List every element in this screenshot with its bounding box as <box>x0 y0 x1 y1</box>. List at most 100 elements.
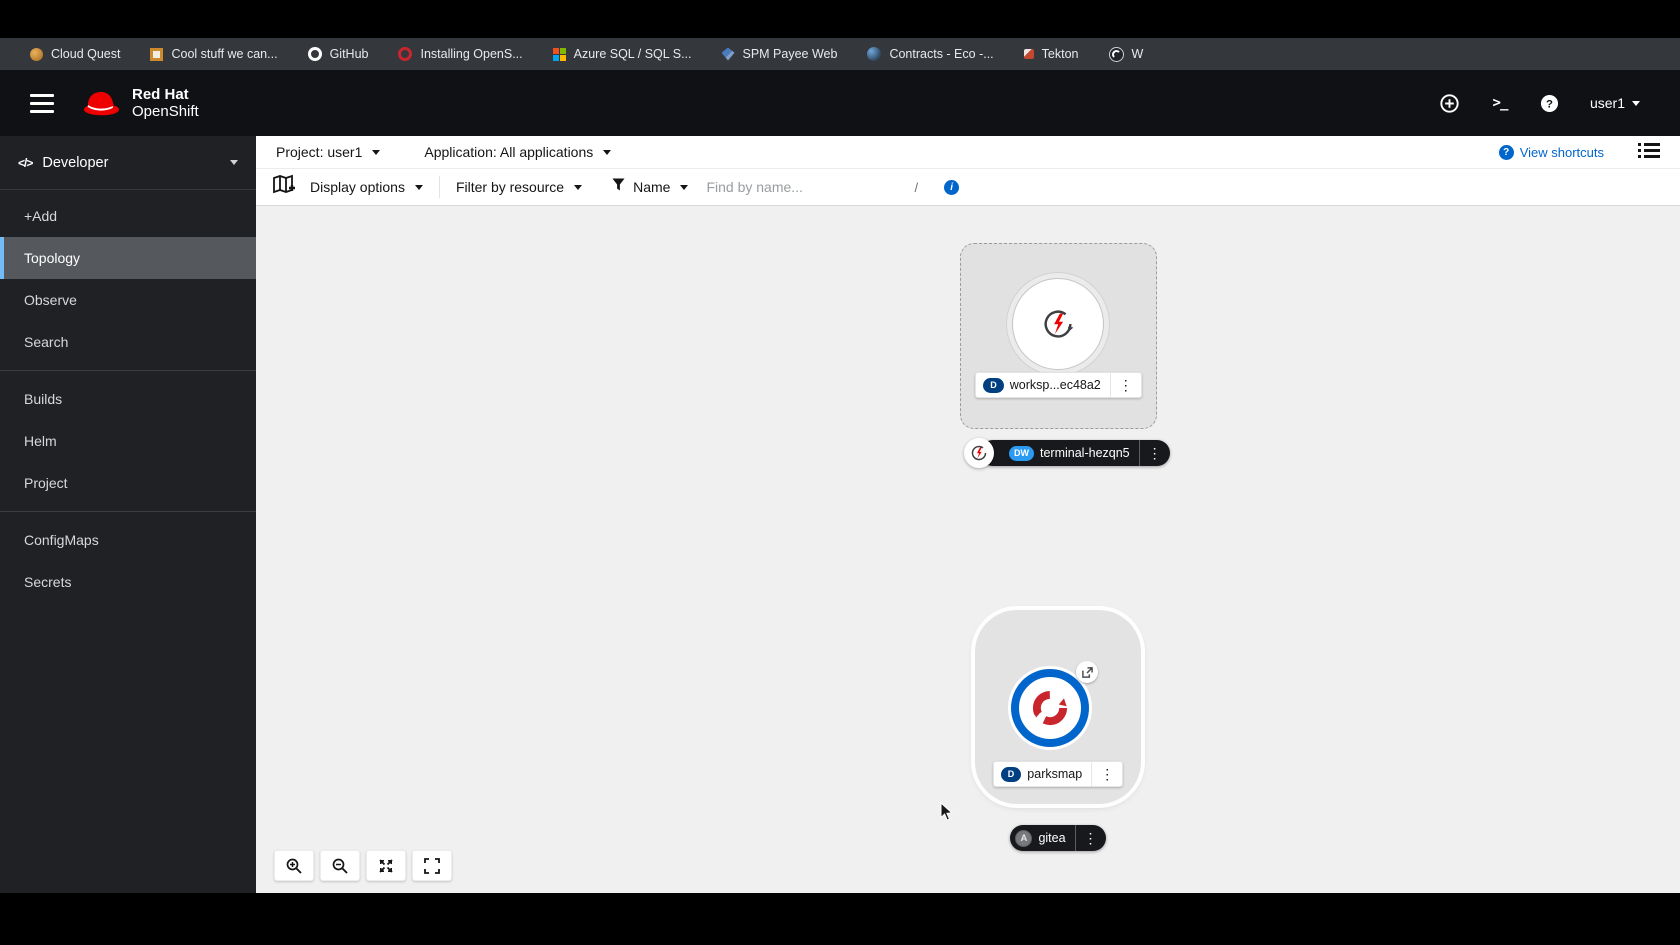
bookmark-label: SPM Payee Web <box>742 47 838 61</box>
bookmark-label: Tekton <box>1041 47 1079 61</box>
filter-by-resource-dropdown[interactable]: Filter by resource <box>455 179 583 195</box>
terminal-node-name: terminal-hezqn5 <box>1040 446 1130 460</box>
sidebar-item-observe[interactable]: Observe <box>0 279 256 321</box>
bookmark-cool-stuff[interactable]: Cool stuff we can... <box>150 47 278 61</box>
sidebar-item-search[interactable]: Search <box>0 321 256 363</box>
reset-view-button[interactable] <box>412 850 452 881</box>
workspace-node-name: worksp...ec48a2 <box>1009 378 1101 392</box>
export-application-map-icon[interactable] <box>272 174 296 201</box>
perspective-label: Developer <box>42 154 109 171</box>
web-terminal-icon[interactable]: >_ <box>1490 93 1510 113</box>
display-options-dropdown[interactable]: Display options <box>310 179 423 195</box>
project-selector[interactable]: Project: user1 <box>276 144 381 160</box>
devworkspace-icon <box>971 445 987 461</box>
sidebar-item-secrets[interactable]: Secrets <box>0 561 256 603</box>
redhat-openshift-logo[interactable]: Red Hat OpenShift <box>80 86 199 120</box>
bookmark-github[interactable]: GitHub <box>307 47 369 61</box>
import-plus-circle-icon[interactable] <box>1440 93 1460 113</box>
display-options-label: Display options <box>310 179 405 195</box>
kebab-menu-icon[interactable]: ⋮ <box>1074 825 1106 851</box>
masthead: Red Hat OpenShift >_ ? user1 <box>0 70 1680 136</box>
microsoft-grid-icon <box>552 47 566 61</box>
chevron-down-icon <box>574 184 583 190</box>
sidebar: </> Developer +Add Topology Observe Sear… <box>0 136 256 893</box>
topology-toolbar: Display options Filter by resource Name <box>256 169 1680 206</box>
filter-by-resource-label: Filter by resource <box>455 179 565 195</box>
bookmark-contracts[interactable]: Contracts - Eco -... <box>867 47 994 61</box>
name-filter-dropdown[interactable]: Name <box>633 179 689 195</box>
chevron-down-icon <box>230 160 238 165</box>
gitea-application-label[interactable]: A gitea ⋮ <box>1010 825 1106 851</box>
perspective-switcher[interactable]: </> Developer <box>0 136 256 190</box>
kebab-menu-icon[interactable]: ⋮ <box>1091 762 1122 786</box>
fit-to-screen-button[interactable] <box>366 850 406 881</box>
view-shortcuts-link[interactable]: ? View shortcuts <box>1498 144 1604 160</box>
brand-line2: OpenShift <box>132 103 199 120</box>
topology-controls <box>274 850 452 881</box>
deployment-badge: D <box>1000 766 1022 782</box>
name-filter-label: Name <box>633 179 671 195</box>
sidebar-item-topology[interactable]: Topology <box>0 237 256 279</box>
sidebar-item-project[interactable]: Project <box>0 462 256 504</box>
sidebar-item-builds[interactable]: Builds <box>0 378 256 420</box>
zoom-in-button[interactable] <box>274 850 314 881</box>
find-by-name-input[interactable] <box>706 179 857 195</box>
cloud-quest-icon <box>30 47 43 61</box>
bookmark-tekton[interactable]: Tekton <box>1023 47 1079 61</box>
user-menu[interactable]: user1 <box>1590 95 1640 111</box>
chevron-down-icon <box>680 184 689 190</box>
application-badge: A <box>1015 829 1033 847</box>
parksmap-node-label[interactable]: D parksmap ⋮ <box>992 761 1124 787</box>
bookmark-w[interactable]: W <box>1108 46 1144 62</box>
parksmap-node[interactable] <box>1011 669 1089 747</box>
toolbar-divider <box>438 176 440 198</box>
bookmark-azure-sql[interactable]: Azure SQL / SQL S... <box>552 47 692 61</box>
open-url-external-link-icon[interactable] <box>1076 661 1098 683</box>
sidebar-divider <box>0 370 256 371</box>
kebab-menu-icon[interactable]: ⋮ <box>1109 373 1141 397</box>
chevron-down-icon <box>1632 100 1640 106</box>
bookmark-label: Cool stuff we can... <box>171 47 278 61</box>
username: user1 <box>1589 95 1625 111</box>
kebab-menu-icon[interactable]: ⋮ <box>1138 440 1170 466</box>
topology-canvas[interactable]: D worksp...ec48a2 ⋮ DW terminal-hezqn5 ⋮ <box>256 206 1680 893</box>
main-content: Project: user1 Application: All applicat… <box>256 136 1680 893</box>
bookmark-label: W <box>1131 47 1144 61</box>
sidebar-item-configmaps[interactable]: ConfigMaps <box>0 519 256 561</box>
brand-line1: Red Hat <box>132 86 189 103</box>
window-icon <box>150 47 164 61</box>
list-view-toggle-icon[interactable] <box>1638 141 1660 164</box>
mouse-cursor <box>940 801 954 827</box>
filter-funnel-icon <box>612 178 625 196</box>
view-shortcuts-label: View shortcuts <box>1519 144 1604 160</box>
bookmark-label: GitHub <box>329 47 369 61</box>
devworkspace-icon <box>1044 310 1074 338</box>
application-selector-label: Application: All applications <box>424 144 594 160</box>
screen: Cloud Quest Cool stuff we can... GitHub … <box>0 0 1680 945</box>
tekton-icon <box>1023 49 1034 59</box>
bookmark-cloud-quest[interactable]: Cloud Quest <box>30 47 120 61</box>
application-selector[interactable]: Application: All applications <box>424 144 612 160</box>
gitea-name: gitea <box>1038 831 1066 845</box>
terminal-node[interactable] <box>964 438 994 468</box>
svg-text:?: ? <box>1546 98 1553 110</box>
brand-text: Red Hat OpenShift <box>132 86 199 120</box>
bookmark-installing-openshift[interactable]: Installing OpenS... <box>398 47 523 61</box>
sidebar-nav: +Add Topology Observe Search Builds Helm… <box>0 190 256 603</box>
sidebar-item-add[interactable]: +Add <box>0 195 256 237</box>
info-icon[interactable]: i <box>944 179 960 195</box>
nav-toggle-hamburger-icon[interactable] <box>30 93 54 113</box>
question-circle-icon: ? <box>1498 144 1514 160</box>
sidebar-item-helm[interactable]: Helm <box>0 420 256 462</box>
zoom-out-button[interactable] <box>320 850 360 881</box>
help-icon[interactable]: ? <box>1540 93 1560 113</box>
terminal-node-label[interactable]: DW terminal-hezqn5 ⋮ <box>980 440 1170 466</box>
redhat-fedora-icon <box>84 92 119 116</box>
workspace-node[interactable] <box>1012 278 1104 370</box>
bookmark-spm-payee[interactable]: SPM Payee Web <box>721 47 838 61</box>
chevron-down-icon <box>372 149 381 155</box>
workspace-node-label[interactable]: D worksp...ec48a2 ⋮ <box>975 372 1142 398</box>
browser-bookmarks-bar: Cloud Quest Cool stuff we can... GitHub … <box>0 38 1680 70</box>
sidebar-divider <box>0 511 256 512</box>
chevron-down-icon <box>414 184 423 190</box>
